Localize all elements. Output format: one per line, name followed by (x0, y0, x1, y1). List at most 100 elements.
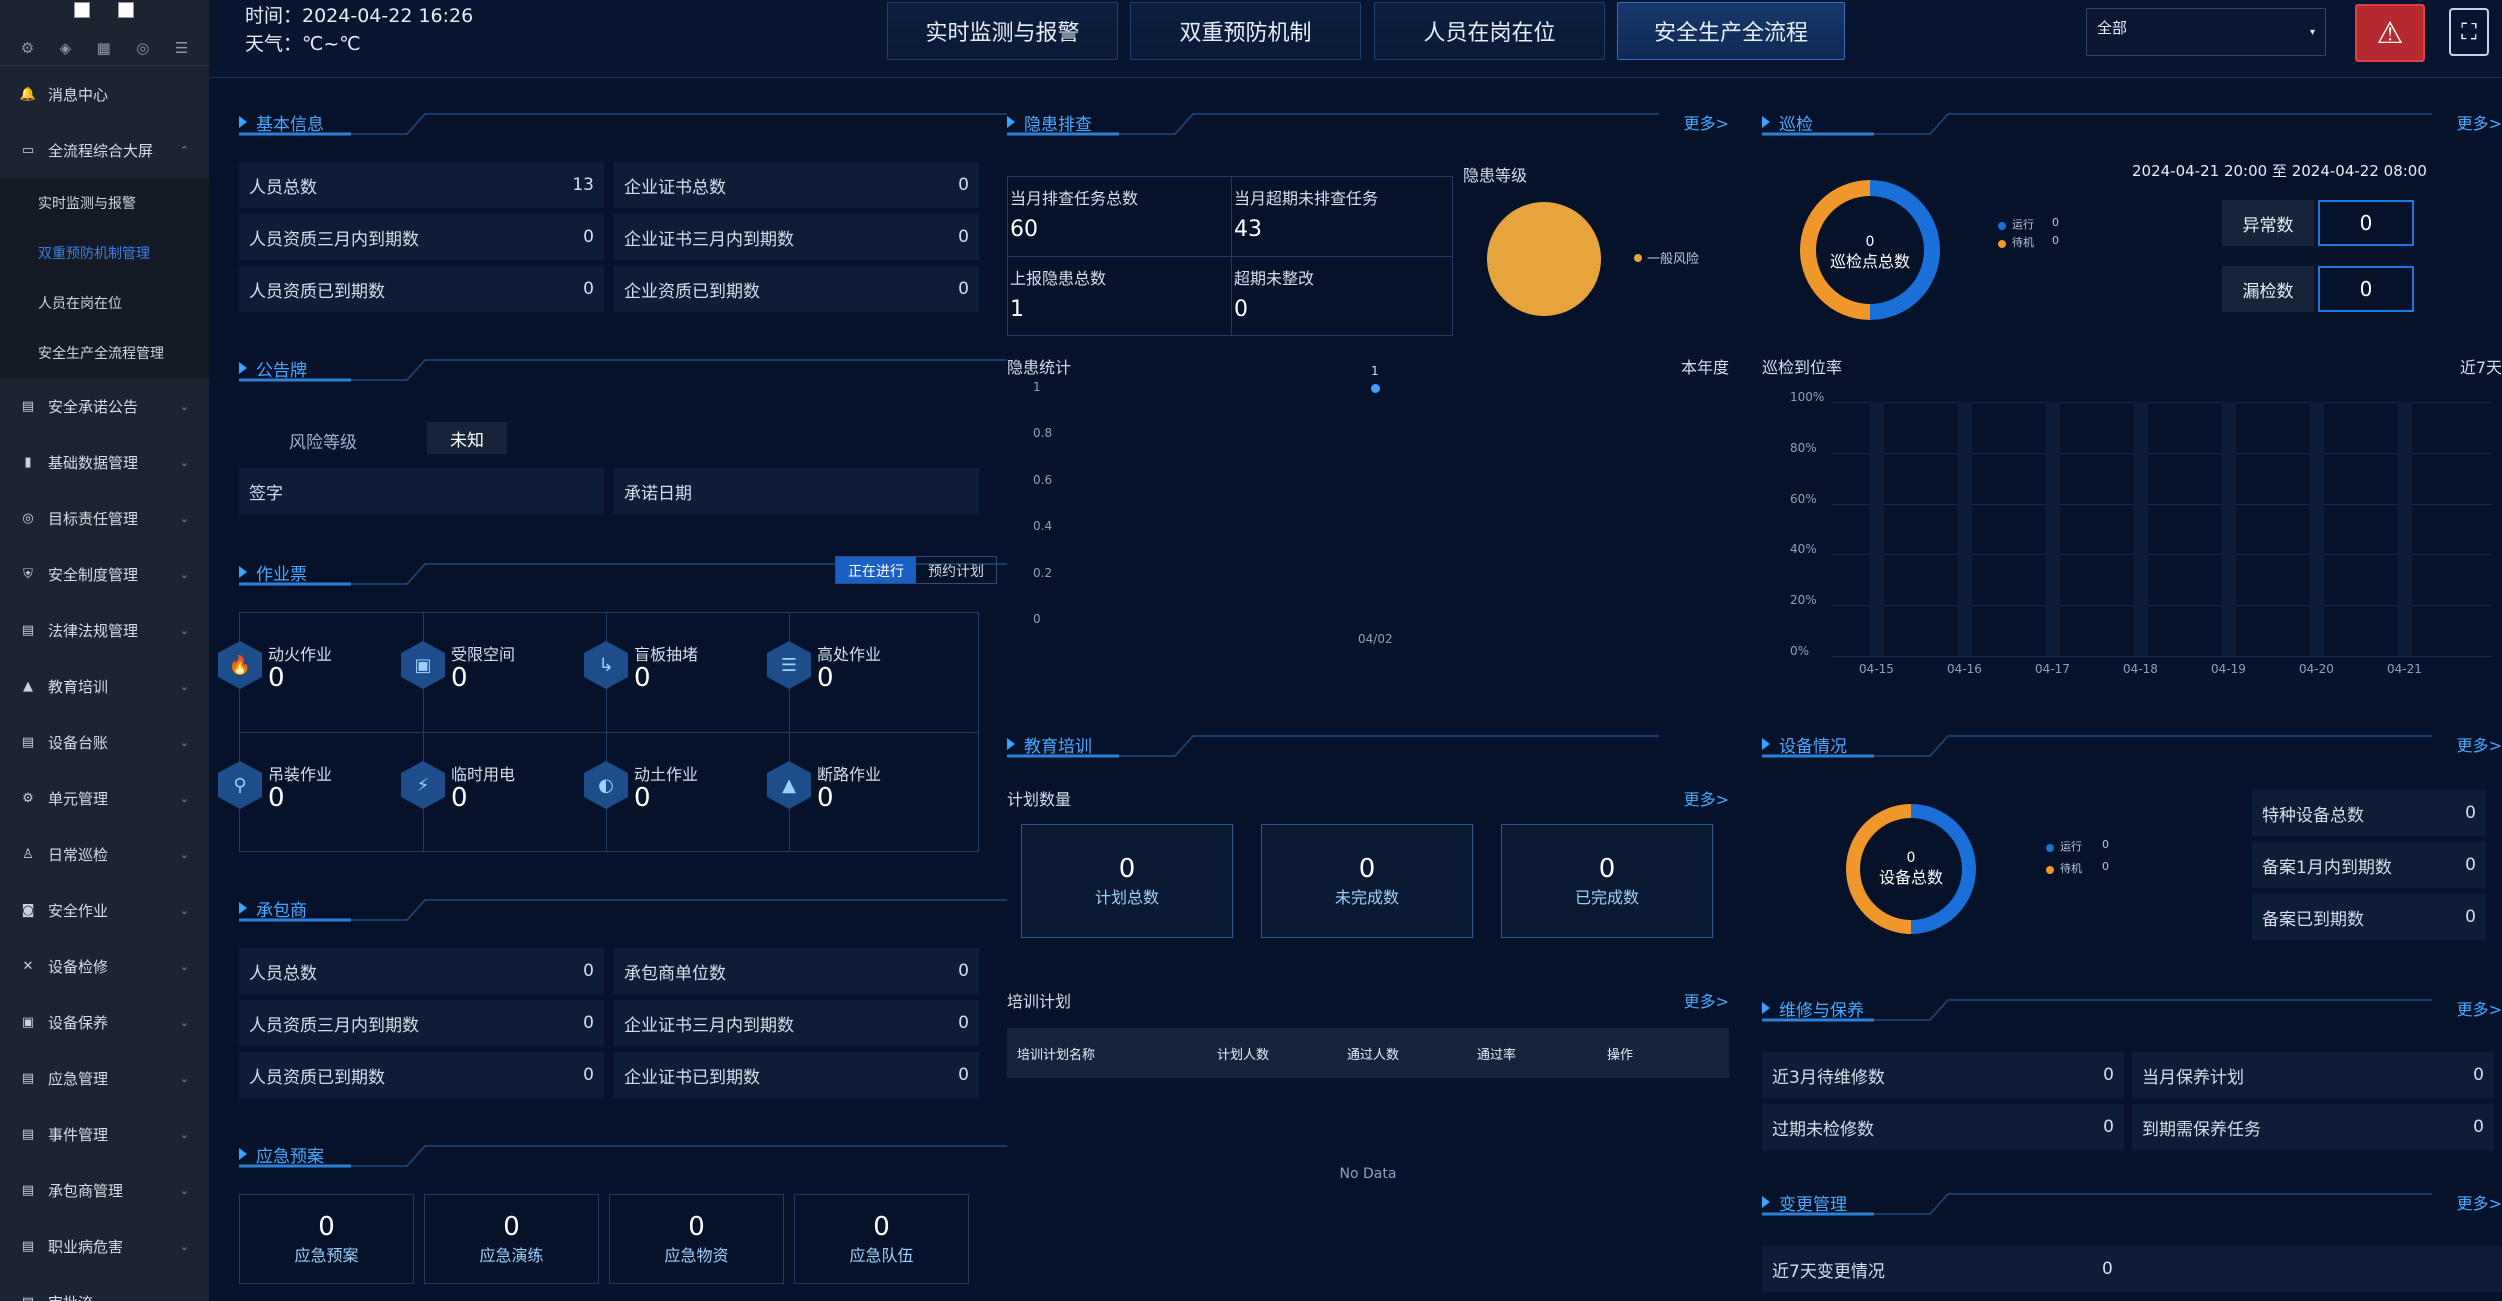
y-tick-label: 0 (1033, 612, 1041, 626)
work-ticket-item[interactable]: ↳ 盲板抽堵 0 (584, 641, 764, 721)
cap-icon: ▲ (23, 678, 33, 694)
fullscreen-button[interactable]: ⛶ (2449, 8, 2489, 56)
nav-tab[interactable]: 安全生产全流程 (1617, 2, 1845, 60)
tab-scheduled[interactable]: 预约计划 (916, 557, 996, 583)
patrol-rate-chart: 100% 80% 60% 40% 20% 0% 04-15 04-16 04-17 04-18 04… (1762, 390, 2502, 694)
sidebar-item[interactable]: ✕ 设备检修 ⌄ (0, 938, 209, 994)
stat-label: 过期未检修数 (1772, 1119, 1874, 1140)
scope-select[interactable]: 全部 ▾ (2086, 8, 2326, 56)
more-link[interactable]: 更多> (1684, 110, 1729, 134)
panel-title: 承包商 (256, 901, 307, 921)
sidebar-item[interactable]: ▤ 设备台账 ⌄ (0, 714, 209, 770)
sidebar-item[interactable]: ▤ 审批流 ⌄ (0, 1274, 209, 1301)
panel-title: 设备情况 (1779, 737, 1847, 757)
warning-icon: ⚠ (2376, 15, 2404, 51)
more-link[interactable]: 更多> (1684, 786, 1729, 810)
emergency-box[interactable]: 0 应急物资 (609, 1194, 784, 1284)
stat-label: 备案1月内到期数 (2262, 857, 2392, 878)
work-ticket-count: 0 (817, 783, 834, 813)
y-tick-label: 1 (1033, 380, 1041, 394)
nav-tab[interactable]: 双重预防机制 (1130, 2, 1361, 60)
tab-in-progress[interactable]: 正在进行 (836, 557, 916, 583)
sidebar-item[interactable]: ⚙ 单元管理 ⌄ (0, 770, 209, 826)
grid-line (1832, 503, 2492, 505)
work-ticket-item[interactable]: ☰ 高处作业 0 (767, 641, 947, 721)
sidebar-item-label: 设备保养 (48, 1013, 109, 1032)
edu-box[interactable]: 0 计划总数 (1021, 824, 1233, 938)
sidebar-subitem[interactable]: 人员在岗在位 (0, 278, 209, 328)
sidebar-subitem[interactable]: 实时监测与报警 (0, 178, 209, 228)
sidebar-item[interactable]: ◎ 目标责任管理 ⌄ (0, 490, 209, 546)
panel-title: 公告牌 (256, 361, 307, 381)
weather-label: 天气：℃~℃ (245, 33, 361, 55)
sidebar-item[interactable]: ▤ 法律法规管理 ⌄ (0, 602, 209, 658)
work-ticket-item[interactable]: ⚲ 吊装作业 0 (218, 761, 398, 841)
sidebar-item[interactable]: ▮ 基础数据管理 ⌄ (0, 434, 209, 490)
panel-header: 变更管理 更多> (1762, 1184, 2502, 1228)
chevron-icon: ⌄ (180, 1296, 189, 1301)
stat-row: 人员资质三月内到期数 0 (239, 1000, 604, 1046)
change-panel: 变更管理 更多> 近7天变更情况 0 (1762, 1184, 2502, 1301)
more-link[interactable]: 更多> (2457, 110, 2502, 134)
stat-row: 人员总数 0 (239, 948, 604, 994)
emergency-count: 0 (688, 1212, 705, 1242)
more-link[interactable]: 更多> (2457, 996, 2502, 1020)
hazard-stat-value: 60 (1010, 217, 1038, 242)
apps-icon[interactable]: ◈ (60, 39, 72, 57)
sidebar-item[interactable]: ⛨ 安全制度管理 ⌄ (0, 546, 209, 602)
edu-count: 0 (1358, 854, 1376, 884)
sidebar-item[interactable]: ▤ 安全承诺公告 ⌄ (0, 378, 209, 434)
sidebar-item[interactable]: 🔔 消息中心 (0, 66, 209, 122)
edu-box[interactable]: 0 未完成数 (1261, 824, 1473, 938)
sidebar-subitem[interactable]: 安全生产全流程管理 (0, 328, 209, 378)
sidebar-item[interactable]: ◙ 安全作业 ⌄ (0, 882, 209, 938)
sidebar-item[interactable]: ▭ 全流程综合大屏 ⌃ (0, 122, 209, 178)
sidebar-item[interactable]: ▤ 事件管理 ⌄ (0, 1106, 209, 1162)
gear-icon[interactable]: ⚙ (21, 39, 34, 57)
chevron-icon: ⌄ (179, 455, 189, 469)
more-link[interactable]: 更多> (2457, 732, 2502, 756)
target-icon[interactable]: ◎ (136, 39, 149, 57)
sidebar-subitem[interactable]: 双重预防机制管理 (0, 228, 209, 278)
chevron-icon: ⌄ (179, 399, 189, 413)
bar-background (2134, 402, 2148, 656)
x-tick-label: 04-16 (1947, 662, 1982, 676)
emergency-label: 应急队伍 (849, 1246, 914, 1265)
work-ticket-item[interactable]: ⚡ 临时用电 0 (401, 761, 581, 841)
sliders-icon[interactable]: ☰ (175, 39, 188, 57)
table-header: 培训计划名称 计划人数 通过人数 通过率 操作 (1007, 1028, 1729, 1078)
alarm-button[interactable]: ⚠ (2355, 4, 2425, 62)
emergency-box[interactable]: 0 应急预案 (239, 1194, 414, 1284)
edu-box[interactable]: 0 已完成数 (1501, 824, 1713, 938)
work-ticket-item[interactable]: ▲ 断路作业 0 (767, 761, 947, 841)
nav-tab[interactable]: 实时监测与报警 (887, 2, 1118, 60)
grid-line (1832, 554, 2492, 556)
sidebar-item[interactable]: ♙ 日常巡检 ⌄ (0, 826, 209, 882)
sidebar-item[interactable]: ▤ 承包商管理 ⌄ (0, 1162, 209, 1218)
grid-icon[interactable]: ▦ (97, 39, 111, 57)
work-ticket-item[interactable]: ◐ 动土作业 0 (584, 761, 764, 841)
emergency-box[interactable]: 0 应急队伍 (794, 1194, 969, 1284)
y-tick-label: 0.6 (1033, 472, 1053, 487)
bar-background (2046, 402, 2060, 656)
nav-tab[interactable]: 人员在岗在位 (1374, 2, 1605, 60)
sidebar-item[interactable]: ▤ 应急管理 ⌄ (0, 1050, 209, 1106)
doc-icon: ▤ (21, 398, 35, 414)
emergency-box[interactable]: 0 应急演练 (424, 1194, 599, 1284)
work-ticket-item[interactable]: 🔥 动火作业 0 (218, 641, 398, 721)
x-tick-label: 04/02 (1358, 632, 1393, 646)
work-ticket-item[interactable]: ▣ 受限空间 0 (401, 641, 581, 721)
more-link[interactable]: 更多> (1684, 988, 1729, 1012)
stat-value: 0 (2473, 1117, 2484, 1137)
work-ticket-label: 吊装作业 (268, 765, 333, 784)
sidebar-item[interactable]: ▣ 设备保养 ⌄ (0, 994, 209, 1050)
caret-right-icon (1762, 116, 1770, 128)
stat-label: 承包商单位数 (624, 963, 726, 984)
sidebar-item[interactable]: ▲ 教育培训 ⌄ (0, 658, 209, 714)
caret-right-icon (239, 566, 247, 578)
stat-label: 人员总数 (249, 177, 317, 198)
walk-icon: ♙ (22, 846, 34, 862)
sidebar-item[interactable]: ▤ 职业病危害 ⌄ (0, 1218, 209, 1274)
more-link[interactable]: 更多> (2457, 1190, 2502, 1214)
sidebar-item-label: 设备台账 (48, 733, 109, 752)
